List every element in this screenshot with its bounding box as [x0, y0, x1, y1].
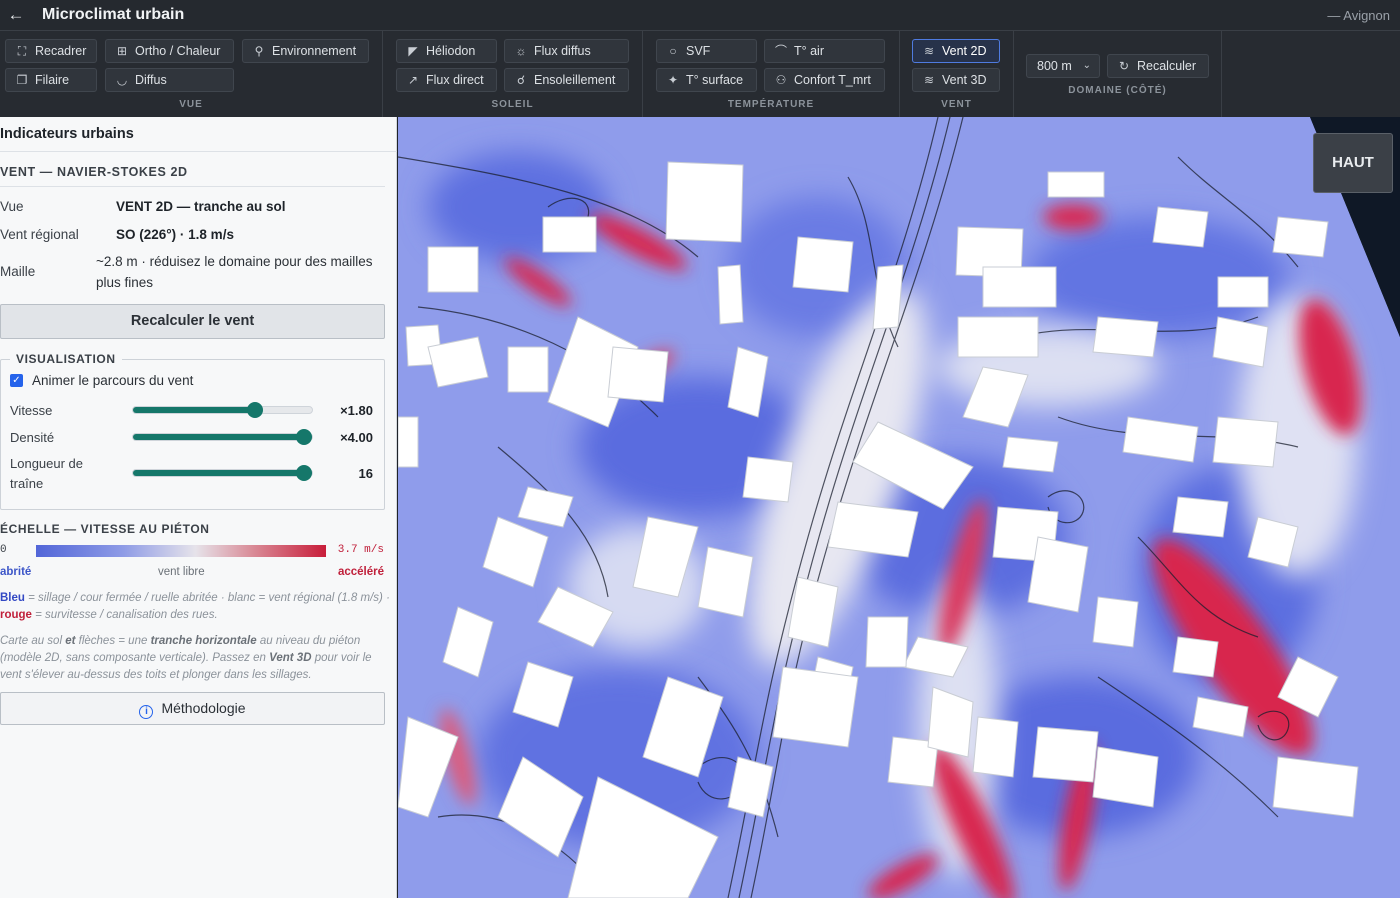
group-vent: ≋ Vent 2D ≋ Vent 3D VENT	[900, 31, 1014, 117]
group-domaine: 800 m ⌄ ↻ Recalculer DOMAINE (CÔTÉ)	[1014, 31, 1222, 117]
confort-tmrt-button[interactable]: ⚇ Confort T_mrt	[764, 68, 885, 92]
person-icon: ⚇	[775, 73, 787, 87]
ray-icon: ↗	[407, 73, 419, 87]
refresh-icon: ↻	[1118, 59, 1130, 73]
scale-mid-label: vent libre	[158, 566, 205, 578]
recalculer-vent-button[interactable]: Recalculer le vent	[0, 304, 385, 339]
row-label-vue: Vue	[0, 199, 24, 214]
note-bleu: Bleu	[0, 592, 25, 604]
group-vue: ⛶ Recadrer ⊞ Ortho / Chaleur ⚲ Environnemen…	[0, 31, 383, 117]
ortho-chaleur-button[interactable]: ⊞ Ortho / Chaleur	[105, 39, 234, 63]
group-label-domaine: DOMAINE (CÔTÉ)	[1068, 85, 1167, 96]
visualisation-legend: VISUALISATION	[10, 352, 122, 366]
info-icon: i	[139, 705, 154, 719]
row-value-vue: VENT 2D — tranche au sol	[116, 199, 286, 214]
sparkle-icon: ✦	[667, 73, 679, 87]
slider-fill	[133, 434, 312, 440]
slider-label-densite: Densité	[10, 430, 55, 445]
sun-icon: ☼	[515, 44, 527, 58]
densite-slider[interactable]	[132, 429, 313, 445]
recadrer-button[interactable]: ⛶ Recadrer	[5, 39, 97, 63]
environnement-button[interactable]: ⚲ Environnement	[242, 39, 369, 63]
toolbar: ⛶ Recadrer ⊞ Ortho / Chaleur ⚲ Environnemen…	[0, 31, 1400, 117]
heliodon-icon: ◤	[408, 44, 418, 58]
wind-field-render[interactable]	[398, 117, 1400, 898]
sunrise-icon: ☌	[516, 73, 526, 87]
wind-icon: ≋	[923, 44, 935, 58]
scale-left-label: abrité	[0, 566, 32, 578]
scale-max: 3.7 m/s	[337, 544, 384, 556]
flux-diffus-button[interactable]: ☼ Flux diffus	[504, 39, 629, 63]
animate-checkbox[interactable]: ✓	[10, 374, 23, 387]
methodologie-button[interactable]: i Méthodologie	[0, 692, 385, 725]
city-name: — Avignon	[1327, 8, 1390, 23]
slider-fill	[133, 470, 312, 476]
wireframe-icon: ❐	[16, 73, 28, 87]
slider-value-vitesse: ×1.80	[340, 403, 373, 418]
frame-icon: ⛶	[17, 44, 27, 58]
grid-icon: ⊞	[116, 44, 128, 58]
divider	[0, 151, 397, 152]
pin-icon: ⚲	[254, 44, 264, 58]
note-rouge: rouge	[0, 609, 32, 621]
wind-map-viewport[interactable]: HAUT	[398, 117, 1400, 898]
panel-title: Indicateurs urbains	[0, 126, 134, 142]
slider-label-vitesse: Vitesse	[10, 403, 53, 418]
recalculer-button[interactable]: ↻ Recalculer	[1107, 54, 1209, 78]
method-note: Carte au sol et flèches = une tranche ho…	[0, 635, 372, 681]
vent-2d-button[interactable]: ≋ Vent 2D	[912, 39, 1000, 63]
ensoleillement-button[interactable]: ☌ Ensoleillement	[504, 68, 629, 92]
slider-thumb[interactable]	[296, 465, 312, 481]
slider-thumb[interactable]	[296, 429, 312, 445]
group-label-vent: VENT	[941, 99, 972, 110]
scale-min: 0	[0, 544, 7, 556]
svf-button[interactable]: ○ SVF	[656, 39, 757, 63]
group-label-temperature: TEMPÉRATURE	[727, 99, 815, 110]
wind-speed-scale	[36, 545, 326, 557]
slider-thumb[interactable]	[246, 402, 263, 418]
app-title: Microclimat urbain	[42, 6, 185, 23]
group-label-soleil: SOLEIL	[491, 99, 534, 110]
back-arrow-icon[interactable]: ←	[5, 4, 27, 26]
section-title: VENT — NAVIER-STOKES 2D	[0, 165, 188, 179]
animate-label: Animer le parcours du vent	[32, 373, 194, 388]
vent-3d-button[interactable]: ≋ Vent 3D	[912, 68, 1000, 92]
thermometer-icon: ⌒	[774, 44, 787, 58]
circle-icon: ○	[669, 44, 677, 58]
filaire-button[interactable]: ❐ Filaire	[5, 68, 97, 92]
row-label-vent-regional: Vent régional	[0, 227, 79, 242]
slider-value-trainee: 16	[358, 466, 373, 481]
row-value-maille: ~2.8 m · réduisez le domaine pour des ma…	[96, 254, 373, 290]
domain-size-select[interactable]: 800 m ⌄	[1026, 54, 1100, 78]
view-top-button[interactable]: HAUT	[1313, 133, 1393, 193]
scale-right-label: accéléré	[337, 566, 384, 578]
heliodon-button[interactable]: ◤ Héliodon	[396, 39, 497, 63]
title-bar: ← Microclimat urbain — Avignon	[0, 0, 1400, 31]
wind-3d-icon: ≋	[923, 73, 935, 87]
group-temperature: ○ SVF ⌒ T° air ✦ T° surface ⚇ Confort T_mrt …	[643, 31, 900, 117]
row-value-vent-regional: SO (226°) · 1.8 m/s	[116, 227, 234, 242]
slider-fill	[133, 407, 255, 413]
legend-note: Bleu = sillage / cour fermée / ruelle ab…	[0, 592, 390, 621]
dome-icon: ◡	[116, 73, 128, 87]
trainee-slider[interactable]	[132, 465, 313, 481]
indicators-panel: Indicateurs urbains VENT — NAVIER-STOKES…	[0, 117, 397, 898]
divider	[0, 186, 385, 187]
t-air-button[interactable]: ⌒ T° air	[764, 39, 885, 63]
row-label-maille: Maille	[0, 264, 36, 279]
scale-title: ÉCHELLE — VITESSE AU PIÉTON	[0, 522, 210, 536]
chevron-down-icon: ⌄	[1082, 60, 1091, 71]
group-label-vue: VUE	[179, 99, 203, 110]
slider-value-densite: ×4.00	[340, 430, 373, 445]
diffus-button[interactable]: ◡ Diffus	[105, 68, 234, 92]
visualisation-group: VISUALISATION ✓ Animer le parcours du ve…	[0, 352, 385, 510]
t-surface-button[interactable]: ✦ T° surface	[656, 68, 757, 92]
vitesse-slider[interactable]	[132, 402, 313, 418]
slider-label-trainee: Longueur de traîne	[10, 456, 84, 491]
group-soleil: ◤ Héliodon ☼ Flux diffus ↗ Flux direct ☌ Ens…	[383, 31, 643, 117]
flux-direct-button[interactable]: ↗ Flux direct	[396, 68, 497, 92]
